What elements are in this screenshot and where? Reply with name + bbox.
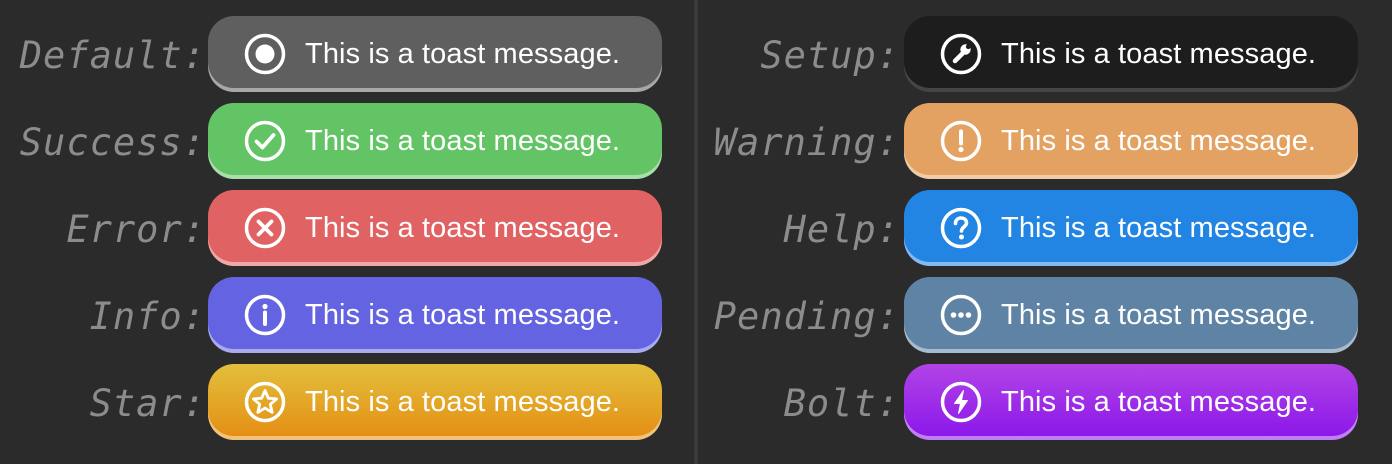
wrench-icon	[939, 32, 983, 76]
toast-success[interactable]: This is a toast message.	[208, 103, 662, 179]
question-icon	[939, 206, 983, 250]
toast-row-bolt: Bolt: This is a toast message.	[698, 364, 1378, 444]
toast-label-star: Star:	[89, 382, 206, 425]
toast-pending[interactable]: This is a toast message.	[904, 277, 1358, 353]
toast-row-success: Success: This is a toast message.	[0, 103, 680, 183]
toast-message: This is a toast message.	[1001, 385, 1317, 418]
toast-message: This is a toast message.	[305, 211, 621, 244]
toast-row-help: Help: This is a toast message.	[698, 190, 1378, 270]
toast-row-default: Default: This is a toast message.	[0, 16, 680, 96]
toast-label-error: Error:	[66, 208, 206, 251]
toast-label-default: Default:	[19, 34, 206, 77]
toast-message: This is a toast message.	[305, 37, 621, 70]
toast-row-warning: Warning: This is a toast message.	[698, 103, 1378, 183]
toast-bolt[interactable]: This is a toast message.	[904, 364, 1358, 440]
check-circle-icon	[243, 119, 287, 163]
toast-label-success: Success:	[19, 121, 206, 164]
ellipsis-icon	[939, 293, 983, 337]
toast-row-star: Star: This is a toast message.	[0, 364, 680, 444]
toast-error[interactable]: This is a toast message.	[208, 190, 662, 266]
toast-default[interactable]: This is a toast message.	[208, 16, 662, 92]
record-icon	[243, 32, 287, 76]
toast-message: This is a toast message.	[1001, 124, 1317, 157]
right-column: Setup: This is a toast message. Warning:…	[698, 16, 1378, 451]
toast-label-help: Help:	[783, 208, 900, 251]
close-circle-icon	[243, 206, 287, 250]
toast-star[interactable]: This is a toast message.	[208, 364, 662, 440]
toast-help[interactable]: This is a toast message.	[904, 190, 1358, 266]
toast-message: This is a toast message.	[305, 385, 621, 418]
info-icon	[243, 293, 287, 337]
toast-warning[interactable]: This is a toast message.	[904, 103, 1358, 179]
toast-row-setup: Setup: This is a toast message.	[698, 16, 1378, 96]
left-column: Default: This is a toast message. Succes…	[0, 16, 680, 451]
toast-message: This is a toast message.	[1001, 37, 1317, 70]
toast-label-pending: Pending:	[713, 295, 900, 338]
toast-message: This is a toast message.	[305, 298, 621, 331]
toast-message: This is a toast message.	[305, 124, 621, 157]
toast-message: This is a toast message.	[1001, 211, 1317, 244]
toast-setup[interactable]: This is a toast message.	[904, 16, 1358, 92]
toast-label-bolt: Bolt:	[783, 382, 900, 425]
toast-info[interactable]: This is a toast message.	[208, 277, 662, 353]
toast-label-warning: Warning:	[713, 121, 900, 164]
toast-row-error: Error: This is a toast message.	[0, 190, 680, 270]
toast-label-info: Info:	[89, 295, 206, 338]
toast-row-pending: Pending: This is a toast message.	[698, 277, 1378, 357]
toast-label-setup: Setup:	[760, 34, 900, 77]
exclamation-icon	[939, 119, 983, 163]
toast-message: This is a toast message.	[1001, 298, 1317, 331]
star-icon	[243, 380, 287, 424]
toast-row-info: Info: This is a toast message.	[0, 277, 680, 357]
bolt-icon	[939, 380, 983, 424]
